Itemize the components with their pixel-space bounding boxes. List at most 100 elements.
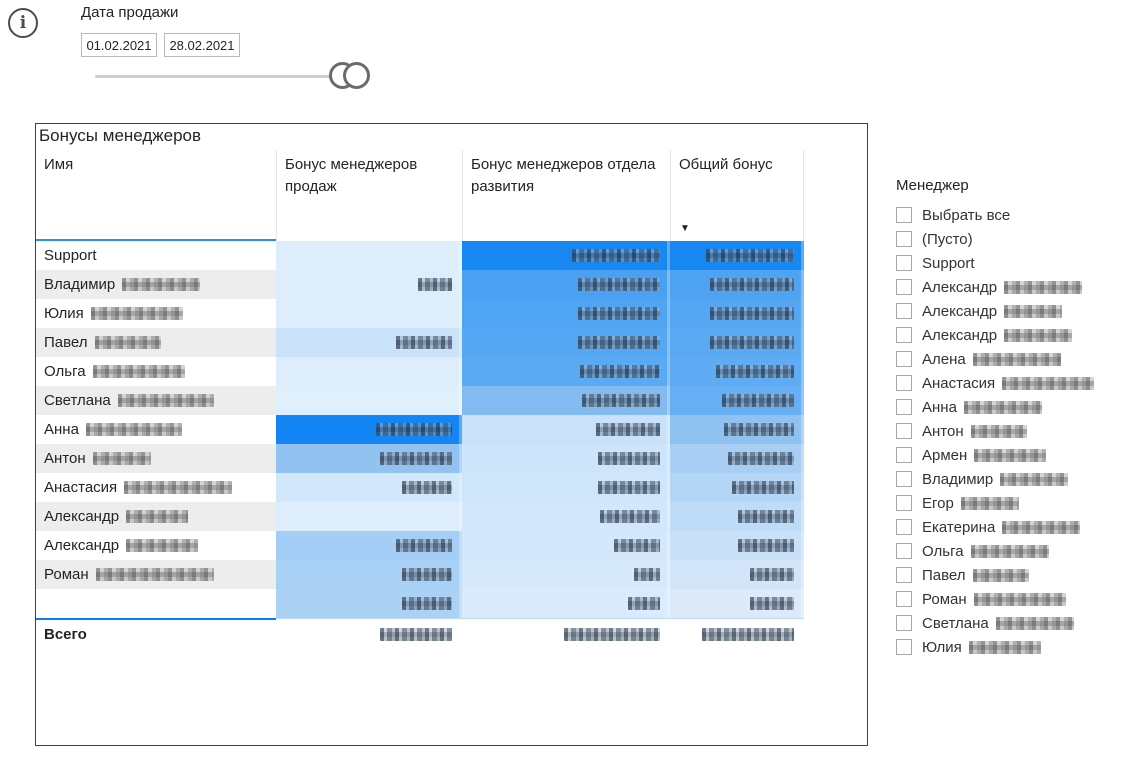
checkbox-icon[interactable] <box>896 495 912 511</box>
redacted-value <box>396 336 452 349</box>
table-row[interactable]: Владимир <box>36 270 867 299</box>
filter-item-label: Павел <box>922 567 1029 584</box>
table-row[interactable]: Анастасия <box>36 473 867 502</box>
filter-item[interactable]: Армен <box>895 443 1135 467</box>
total-dev-bonus-value <box>462 618 670 649</box>
date-slider-handle-end[interactable] <box>343 62 370 89</box>
table-row[interactable]: Анна <box>36 415 867 444</box>
filter-item-label: Екатерина <box>922 519 1080 536</box>
checkbox-icon[interactable] <box>896 327 912 343</box>
column-header-dev-bonus[interactable]: Бонус менеджеров отдела развития <box>462 150 670 241</box>
total-bonus-cell <box>670 270 804 299</box>
table-row[interactable]: Ольга <box>36 357 867 386</box>
filter-item-label: Анастасия <box>922 375 1094 392</box>
filter-item[interactable]: Ольга <box>895 539 1135 563</box>
filter-item[interactable]: Александр <box>895 323 1135 347</box>
filter-item[interactable]: Павел <box>895 563 1135 587</box>
total-bonus-cell <box>670 386 804 415</box>
filter-item-first-name: Ольга <box>922 543 964 560</box>
checkbox-icon[interactable] <box>896 423 912 439</box>
redacted-value <box>600 510 660 523</box>
checkbox-icon[interactable] <box>896 567 912 583</box>
column-header-total-bonus[interactable]: Общий бонус ▼ <box>670 150 804 241</box>
date-end-input[interactable]: 28.02.2021 <box>164 33 240 57</box>
filter-item[interactable]: Александр <box>895 275 1135 299</box>
filter-item-first-name: Владимир <box>922 471 993 488</box>
table-row[interactable]: Роман <box>36 560 867 589</box>
filter-item[interactable]: Юлия <box>895 635 1135 659</box>
checkbox-icon[interactable] <box>896 351 912 367</box>
sales-bonus-cell <box>276 589 462 618</box>
table-row[interactable]: Павел <box>36 328 867 357</box>
redacted-value <box>598 452 660 465</box>
table-row[interactable]: Александр <box>36 531 867 560</box>
column-header-name[interactable]: Имя <box>36 150 276 241</box>
filter-item[interactable]: Роман <box>895 587 1135 611</box>
redacted-value <box>738 539 794 552</box>
sales-bonus-cell <box>276 531 462 560</box>
bonus-matrix: Бонусы менеджеров Имя Бонус менеджеров п… <box>35 123 868 746</box>
checkbox-icon[interactable] <box>896 447 912 463</box>
info-icon[interactable]: i <box>8 8 38 38</box>
checkbox-icon[interactable] <box>896 591 912 607</box>
checkbox-icon[interactable] <box>896 615 912 631</box>
table-row[interactable]: Светлана <box>36 386 867 415</box>
checkbox-icon[interactable] <box>896 471 912 487</box>
table-row[interactable]: Александр <box>36 502 867 531</box>
checkbox-icon[interactable] <box>896 231 912 247</box>
filter-title: Менеджер <box>896 177 1135 194</box>
redacted-surname <box>93 365 185 378</box>
redacted-value <box>628 597 660 610</box>
filter-item-first-name: Светлана <box>922 615 989 632</box>
filter-item[interactable]: Алена <box>895 347 1135 371</box>
date-slider-track[interactable] <box>95 75 348 78</box>
filter-item[interactable]: Егор <box>895 491 1135 515</box>
checkbox-icon[interactable] <box>896 399 912 415</box>
checkbox-icon[interactable] <box>896 255 912 271</box>
filter-item-label: Владимир <box>922 471 1068 488</box>
table-body: SupportВладимирЮлия Павел Ольга СветланаАнн… <box>36 241 867 618</box>
checkbox-icon[interactable] <box>896 543 912 559</box>
sales-bonus-cell <box>276 357 462 386</box>
manager-first-name: Ольга <box>44 363 86 380</box>
filter-item[interactable]: (Пусто) <box>895 227 1135 251</box>
redacted-value <box>710 307 794 320</box>
table-row[interactable] <box>36 589 867 618</box>
filter-item-label: Юлия <box>922 639 1041 656</box>
total-bonus-cell <box>670 415 804 444</box>
table-row[interactable]: Антон <box>36 444 867 473</box>
checkbox-icon[interactable] <box>896 279 912 295</box>
filter-item[interactable]: Выбрать все <box>895 203 1135 227</box>
checkbox-icon[interactable] <box>896 303 912 319</box>
checkbox-icon[interactable] <box>896 639 912 655</box>
filter-item[interactable]: Владимир <box>895 467 1135 491</box>
redacted-value <box>380 452 452 465</box>
total-bonus-cell <box>670 473 804 502</box>
filter-item-first-name: Егор <box>922 495 954 512</box>
dev-bonus-cell <box>462 270 670 299</box>
filter-item[interactable]: Support <box>895 251 1135 275</box>
redacted-surname <box>1000 473 1068 486</box>
checkbox-icon[interactable] <box>896 519 912 535</box>
filter-item[interactable]: Светлана <box>895 611 1135 635</box>
manager-first-name: Антон <box>44 450 86 467</box>
filter-item[interactable]: Александр <box>895 299 1135 323</box>
date-start-input[interactable]: 01.02.2021 <box>81 33 157 57</box>
redacted-surname <box>973 353 1061 366</box>
sort-descending-icon[interactable]: ▼ <box>680 222 690 237</box>
manager-first-name: Павел <box>44 334 88 351</box>
manager-name-cell: Анастасия <box>36 473 276 502</box>
checkbox-icon[interactable] <box>896 375 912 391</box>
table-row[interactable]: Support <box>36 241 867 270</box>
column-header-sales-bonus[interactable]: Бонус менеджеров продаж <box>276 150 462 241</box>
filter-item[interactable]: Екатерина <box>895 515 1135 539</box>
filter-item[interactable]: Антон <box>895 419 1135 443</box>
table-row[interactable]: Юлия <box>36 299 867 328</box>
redacted-surname <box>122 278 200 291</box>
checkbox-icon[interactable] <box>896 207 912 223</box>
total-bonus-cell <box>670 357 804 386</box>
filter-item[interactable]: Анна <box>895 395 1135 419</box>
filter-item-first-name: Александр <box>922 279 997 296</box>
filter-item[interactable]: Анастасия <box>895 371 1135 395</box>
redacted-surname <box>96 568 214 581</box>
